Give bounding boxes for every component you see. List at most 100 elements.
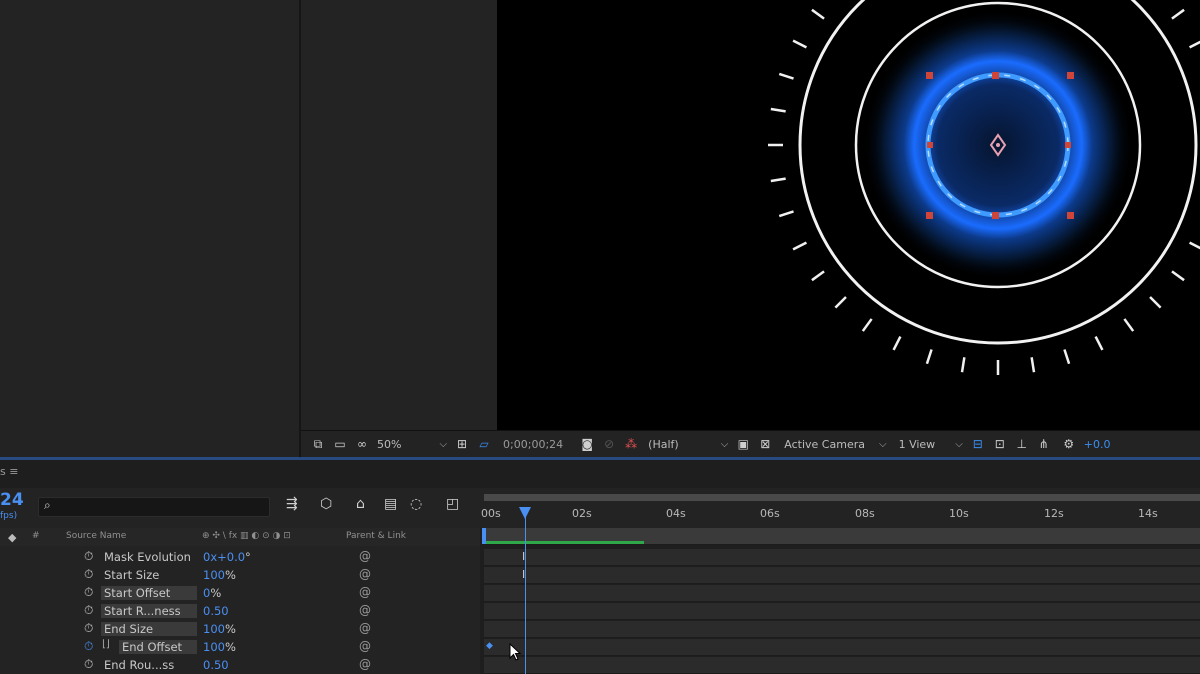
monitor-icon[interactable]: ▭ bbox=[330, 435, 350, 453]
mask-handle-r[interactable] bbox=[1065, 142, 1071, 148]
zoom-dropdown-icon[interactable]: ⌵ bbox=[439, 439, 447, 450]
property-track[interactable] bbox=[484, 621, 1200, 638]
property-track[interactable] bbox=[484, 549, 1200, 566]
frame-blending-icon[interactable]: ▤ bbox=[384, 496, 397, 512]
view-dropdown-icon[interactable]: ⌵ bbox=[955, 439, 963, 450]
pick-whip-icon[interactable]: @ bbox=[359, 585, 371, 599]
view-layout-select[interactable]: 1 View bbox=[899, 438, 936, 451]
property-row[interactable]: ⏱ Start R...ness 0.50 @ bbox=[0, 603, 480, 620]
graph-toggle-icon[interactable]: ⌊⌋ bbox=[102, 639, 110, 650]
pick-whip-icon[interactable]: @ bbox=[359, 549, 371, 563]
property-row[interactable]: ⏱ End Size 100% @ bbox=[0, 621, 480, 638]
vr-goggles-icon[interactable]: ∞ bbox=[352, 435, 372, 453]
stopwatch-icon[interactable]: ⏱ bbox=[84, 549, 93, 564]
resolution-select[interactable]: (Half) bbox=[648, 438, 679, 451]
mask-visibility-icon[interactable]: ▱ bbox=[474, 435, 494, 453]
timeline-fps: fps) bbox=[0, 511, 18, 521]
mask-handle-b[interactable] bbox=[992, 212, 999, 219]
color-channels-icon[interactable]: ⁂ bbox=[621, 435, 641, 453]
property-row[interactable]: ⏱ Start Size 100% @ bbox=[0, 567, 480, 584]
column-source-name[interactable]: Source Name bbox=[66, 531, 126, 541]
always-preview-icon[interactable]: ⧉ bbox=[308, 435, 328, 453]
property-row[interactable]: ⏱ ⌊⌋ End Offset 100% @ bbox=[0, 639, 480, 656]
property-track[interactable] bbox=[484, 567, 1200, 584]
property-row[interactable]: ⏱ Start Offset 0% @ bbox=[0, 585, 480, 602]
tick-mark bbox=[1171, 270, 1185, 282]
property-value[interactable]: 0x+0.0° bbox=[203, 550, 251, 564]
stopwatch-icon[interactable]: ⏱ bbox=[84, 657, 93, 672]
property-name: Mask Evolution bbox=[104, 550, 191, 564]
camera-select[interactable]: Active Camera bbox=[784, 438, 865, 451]
pick-whip-icon[interactable]: @ bbox=[359, 621, 371, 635]
motion-blur-icon[interactable]: ◌ bbox=[410, 496, 422, 512]
stopwatch-icon[interactable]: ⏱ bbox=[84, 567, 93, 582]
show-snapshot-icon[interactable]: ⊘ bbox=[599, 435, 619, 453]
reset-exposure-icon[interactable]: ⚙ bbox=[1059, 435, 1079, 453]
draft-3d-icon[interactable]: ⬡ bbox=[320, 496, 332, 512]
current-time[interactable]: 0;00;00;24 bbox=[503, 438, 563, 451]
region-of-interest-icon[interactable]: ▣ bbox=[733, 435, 753, 453]
viewer-toolbar: ⧉ ▭ ∞ 50% ⌵ ⊞ ▱ 0;00;00;24 ◙ ⊘ ⁂ (Half) … bbox=[301, 430, 1200, 457]
tick-mark bbox=[925, 349, 933, 365]
mask-handle-tr[interactable] bbox=[1067, 72, 1074, 79]
property-track[interactable] bbox=[484, 603, 1200, 620]
property-track[interactable] bbox=[484, 585, 1200, 602]
fast-preview-icon[interactable]: ⊡ bbox=[990, 435, 1010, 453]
stopwatch-icon[interactable]: ⏱ bbox=[84, 585, 93, 600]
composition-viewer[interactable] bbox=[497, 0, 1200, 430]
column-hash[interactable]: # bbox=[32, 531, 40, 541]
column-switches[interactable]: ⊕ ✣ \ fx ▥ ◐ ⊙ ◑ ⊡ bbox=[202, 531, 291, 541]
resolution-dropdown-icon[interactable]: ⌵ bbox=[721, 439, 729, 450]
keyframe-diamond-icon[interactable]: ◆ bbox=[486, 641, 493, 651]
property-row[interactable]: ⏱ End Rou...ss 0.50 @ bbox=[0, 657, 480, 674]
timeline-icon[interactable]: ⊥ bbox=[1012, 435, 1032, 453]
work-area-bar[interactable] bbox=[484, 494, 1200, 501]
property-value[interactable]: 100% bbox=[203, 622, 236, 636]
fit-icon[interactable]: ⊞ bbox=[452, 435, 472, 453]
mask-handle-t[interactable] bbox=[992, 72, 999, 79]
layer-search-input[interactable] bbox=[38, 497, 270, 517]
zoom-select[interactable]: 50% bbox=[377, 438, 401, 451]
render-cache-bar bbox=[486, 541, 644, 544]
tick-mark bbox=[778, 72, 794, 80]
transparency-grid-icon[interactable]: ⊠ bbox=[755, 435, 775, 453]
property-track[interactable] bbox=[484, 657, 1200, 674]
viewer-canvas[interactable] bbox=[497, 0, 1200, 430]
camera-dropdown-icon[interactable]: ⌵ bbox=[879, 439, 887, 450]
tick-mark bbox=[1149, 296, 1162, 309]
pick-whip-icon[interactable]: @ bbox=[359, 657, 371, 671]
mask-handle-tl[interactable] bbox=[926, 72, 933, 79]
property-value[interactable]: 0% bbox=[203, 586, 221, 600]
composition-mini-flowchart-icon[interactable]: ⇶ bbox=[286, 496, 298, 512]
ruler-tick: 10s bbox=[949, 507, 969, 520]
property-value[interactable]: 100% bbox=[203, 640, 236, 654]
mask-handle-l[interactable] bbox=[927, 142, 933, 148]
timeline-tab[interactable]: s ≡ bbox=[0, 465, 18, 478]
exposure-value[interactable]: +0.0 bbox=[1084, 438, 1111, 451]
playhead-handle[interactable] bbox=[519, 507, 531, 519]
property-value[interactable]: 100% bbox=[203, 568, 236, 582]
mask-handle-bl[interactable] bbox=[926, 212, 933, 219]
tick-mark bbox=[1123, 318, 1135, 332]
toggle-pixel-aspect-icon[interactable]: ⊟ bbox=[968, 435, 988, 453]
snapshot-icon[interactable]: ◙ bbox=[577, 435, 597, 453]
pick-whip-icon[interactable]: @ bbox=[359, 639, 371, 653]
stopwatch-icon[interactable]: ⏱ bbox=[84, 621, 93, 636]
property-track[interactable] bbox=[484, 639, 1200, 656]
stopwatch-icon[interactable]: ⏱ bbox=[84, 603, 93, 618]
playhead-line[interactable] bbox=[525, 511, 526, 674]
flowchart-icon[interactable]: ⋔ bbox=[1034, 435, 1054, 453]
timeline-timecode[interactable]: 24 bbox=[0, 490, 24, 510]
graph-editor-icon[interactable]: ◰ bbox=[446, 496, 459, 512]
label-tag-icon[interactable]: ◆ bbox=[8, 531, 16, 544]
property-row[interactable]: ⏱ Mask Evolution 0x+0.0° @ bbox=[0, 549, 480, 566]
tick-mark bbox=[1188, 40, 1200, 49]
stopwatch-active-icon[interactable]: ⏱ bbox=[84, 639, 93, 654]
pick-whip-icon[interactable]: @ bbox=[359, 603, 371, 617]
property-value[interactable]: 0.50 bbox=[203, 658, 229, 672]
hide-shy-layers-icon[interactable]: ⌂ bbox=[356, 496, 365, 512]
pick-whip-icon[interactable]: @ bbox=[359, 567, 371, 581]
property-value[interactable]: 0.50 bbox=[203, 604, 229, 618]
column-parent-link[interactable]: Parent & Link bbox=[346, 531, 406, 541]
mask-handle-br[interactable] bbox=[1067, 212, 1074, 219]
